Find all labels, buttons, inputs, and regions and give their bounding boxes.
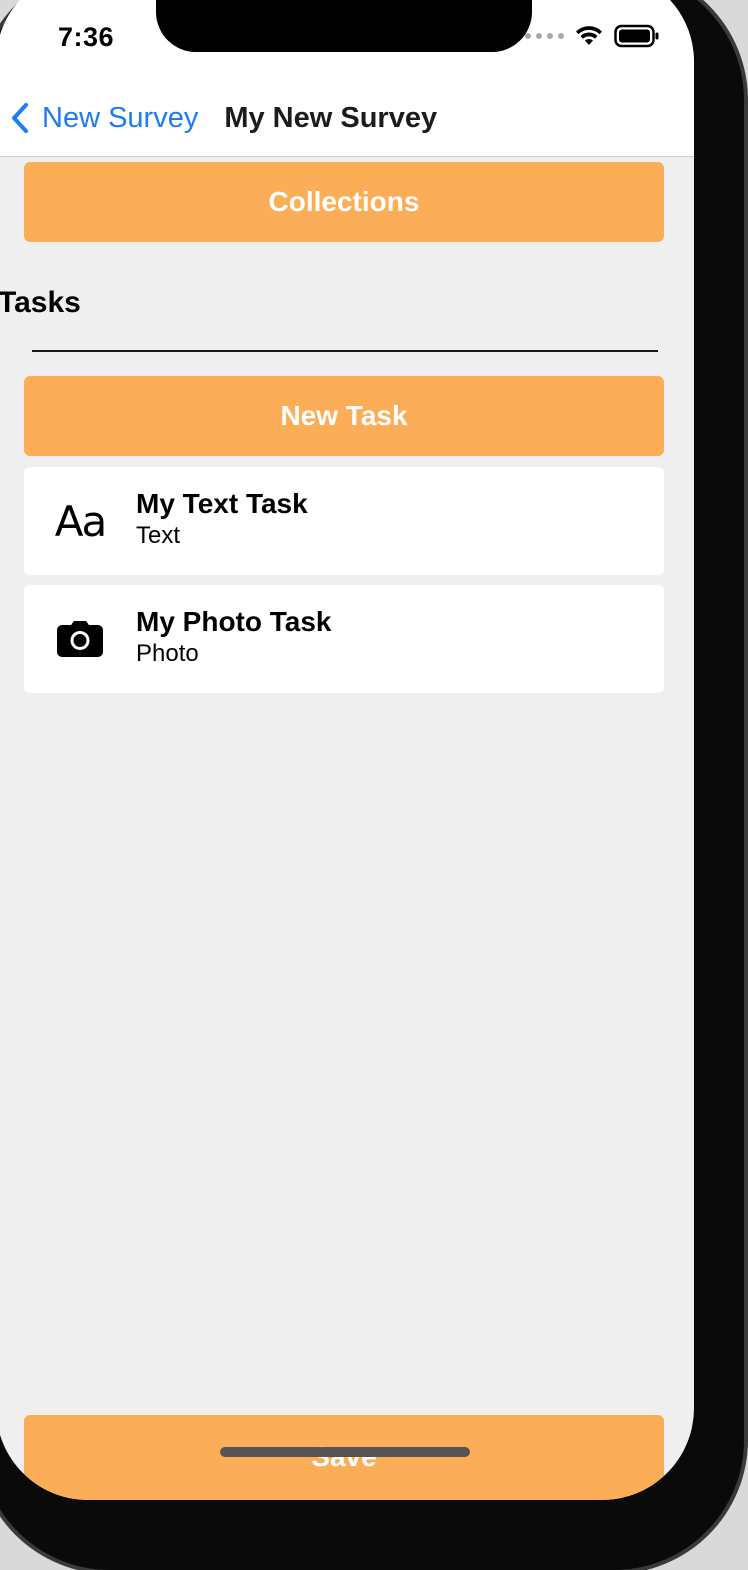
battery-icon (614, 24, 659, 48)
screen: 7:36 New Survey My New Survey Collection… (0, 0, 694, 1500)
task-name: My Text Task (136, 488, 308, 519)
status-indicators (525, 24, 660, 48)
section-divider (32, 350, 658, 352)
camera-icon (24, 621, 136, 657)
task-name: My Photo Task (136, 606, 332, 637)
tasks-section-title: Tasks (0, 286, 81, 319)
task-list-item[interactable]: My Photo Task Photo (24, 585, 664, 693)
status-time: 7:36 (58, 22, 115, 52)
navigation-bar: New Survey My New Survey (0, 88, 437, 148)
back-button-label: New Survey (42, 101, 199, 134)
task-list-item[interactable]: Aa My Text Task Text (24, 467, 664, 575)
device-frame: 7:36 New Survey My New Survey Collection… (0, 0, 744, 1570)
collections-button[interactable]: Collections (24, 162, 664, 242)
chevron-left-icon (12, 103, 28, 133)
signal-dots-icon (525, 33, 564, 39)
top-bar: 7:36 New Survey My New Survey (0, 0, 694, 157)
task-type: Text (136, 522, 181, 549)
text-format-icon: Aa (54, 496, 107, 546)
wifi-icon (576, 26, 602, 45)
new-task-button[interactable]: New Task (24, 376, 664, 456)
back-button[interactable]: New Survey (10, 102, 198, 135)
save-button[interactable]: Save (24, 1415, 664, 1500)
task-type: Photo (136, 640, 199, 667)
home-indicator[interactable] (220, 1447, 470, 1457)
device-notch (156, 0, 532, 52)
page-title: My New Survey (224, 101, 438, 134)
